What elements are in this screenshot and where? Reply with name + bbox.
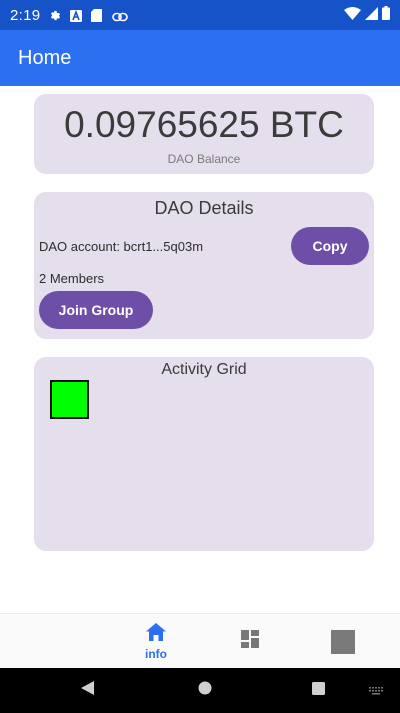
bottom-navigation: info (0, 613, 400, 668)
settings-icon (49, 9, 61, 21)
square-icon (331, 629, 355, 654)
status-bar: 2:19 (0, 0, 400, 30)
join-group-button[interactable]: Join Group (39, 291, 153, 329)
status-left: 2:19 (10, 6, 129, 24)
battery-icon (382, 6, 390, 24)
activity-grid-cell[interactable] (50, 380, 89, 419)
dao-account-text: DAO account: bcrt1...5q03m (39, 239, 204, 254)
nav-item-dashboard[interactable] (225, 614, 275, 669)
system-keyboard-button[interactable] (364, 668, 388, 713)
system-recents-button[interactable] (303, 668, 333, 713)
nav-item-square[interactable] (318, 614, 368, 669)
members-count: 2 Members (39, 271, 105, 286)
sd-card-icon (91, 9, 103, 22)
home-icon (146, 622, 166, 646)
app-a-icon (70, 9, 83, 22)
app-bar: Home (0, 30, 400, 86)
status-right (344, 6, 390, 24)
page-title: Home (18, 46, 72, 69)
system-navigation-bar (0, 668, 400, 713)
balance-card: 0.09765625 BTC DAO Balance (34, 94, 374, 174)
screen: 2:19 Home 0.09765625 BTC DAO Balance DAO… (0, 0, 400, 713)
activity-grid-title: Activity Grid (161, 361, 247, 378)
recents-icon (311, 681, 325, 700)
wifi-icon (344, 6, 361, 24)
circle-icon (198, 681, 212, 700)
status-time: 2:19 (10, 6, 41, 24)
system-home-button[interactable] (190, 668, 220, 713)
balance-value: 0.09765625 BTC (64, 104, 344, 145)
keyboard-icon (369, 682, 383, 700)
nav-item-info[interactable]: info (128, 614, 184, 669)
link-icon (112, 9, 129, 22)
copy-button[interactable]: Copy (291, 227, 369, 265)
signal-icon (365, 6, 378, 24)
dashboard-icon (241, 630, 259, 653)
dao-details-card: DAO Details DAO account: bcrt1...5q03m C… (34, 192, 374, 339)
dao-details-title: DAO Details (154, 198, 254, 218)
system-back-button[interactable] (72, 668, 102, 713)
nav-label-info: info (145, 646, 167, 661)
activity-grid-card: Activity Grid (34, 357, 374, 551)
back-icon (80, 681, 94, 700)
balance-label: DAO Balance (167, 152, 241, 166)
